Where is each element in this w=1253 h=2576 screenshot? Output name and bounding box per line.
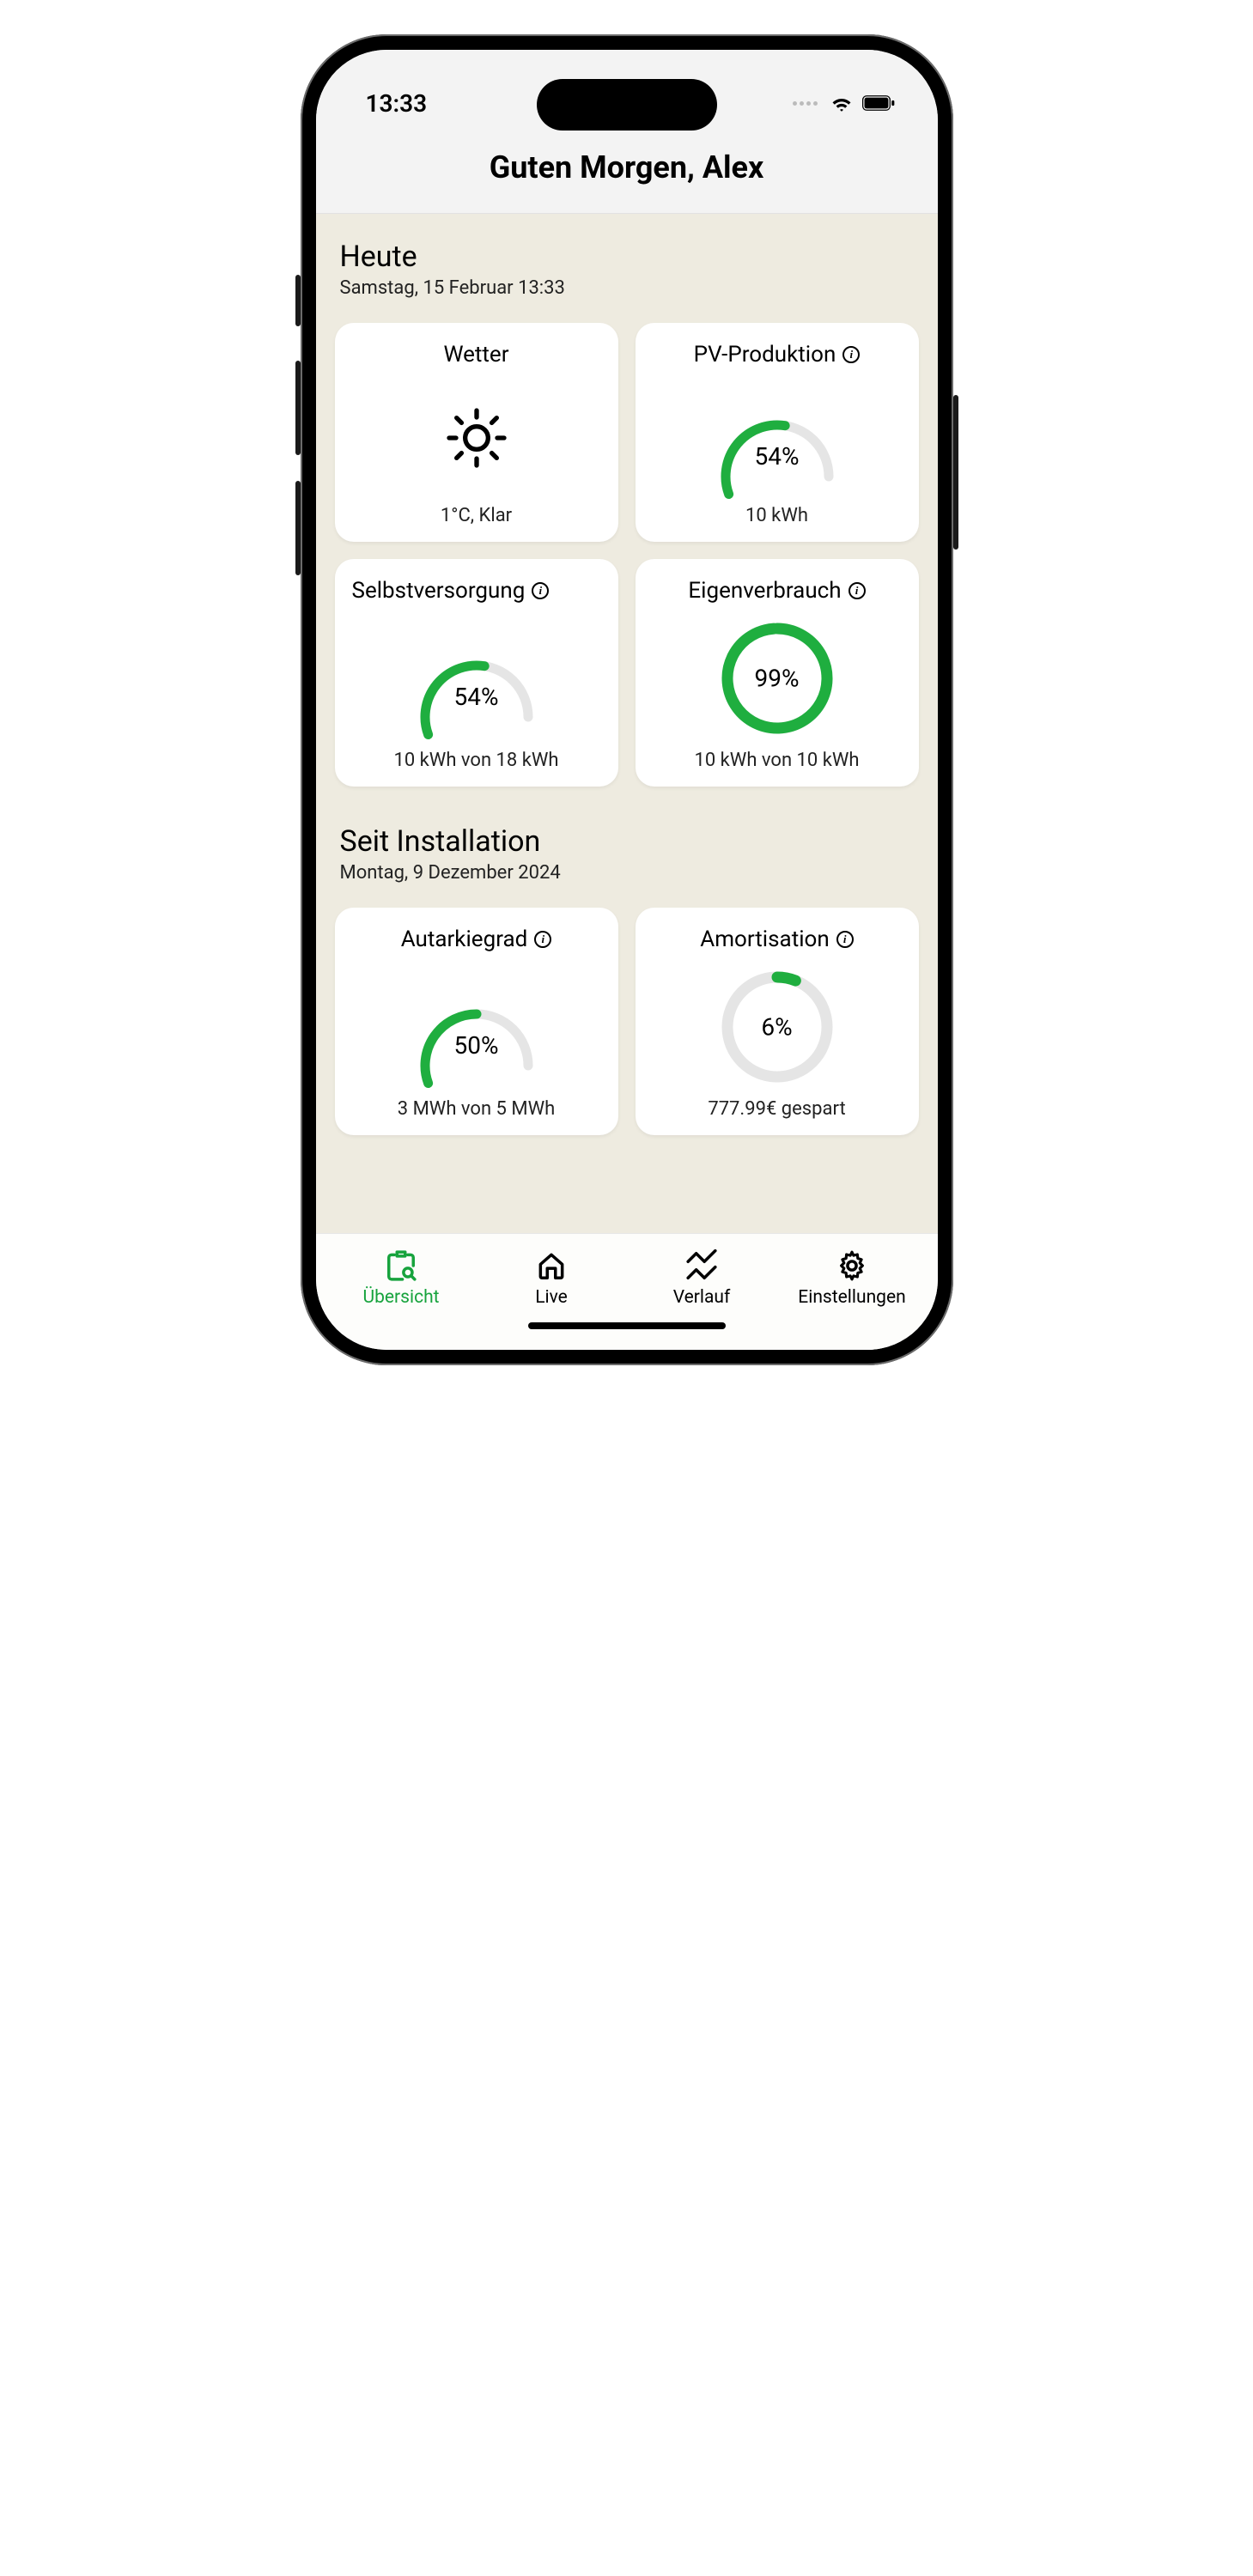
section-subtitle-today: Samstag, 15 Februar 13:33 — [335, 277, 919, 299]
side-button-silence — [295, 275, 301, 326]
card-body: 99% — [713, 614, 842, 743]
dynamic-island — [537, 79, 717, 131]
clipboard-search-icon — [385, 1249, 417, 1282]
card-body: 50% — [412, 963, 541, 1091]
gauge-amort: 6% — [713, 963, 842, 1091]
tab-label: Live — [535, 1287, 568, 1308]
card-title: Wetter — [443, 342, 508, 368]
stacked-line-icon — [685, 1249, 718, 1282]
section-title-since: Seit Installation — [335, 824, 919, 859]
wifi-icon — [830, 91, 854, 115]
info-icon[interactable]: i — [836, 931, 854, 948]
greeting: Guten Morgen, Alex — [316, 149, 938, 185]
info-icon[interactable]: i — [532, 582, 549, 599]
gauge-autarky: 50% — [412, 984, 541, 1070]
info-icon[interactable]: i — [842, 346, 860, 363]
section-since-install: Seit Installation Montag, 9 Dezember 202… — [335, 824, 919, 1135]
tab-label: Einstellungen — [798, 1287, 905, 1308]
card-head: Eigenverbrauch i — [646, 578, 909, 604]
card-title: Eigenverbrauch — [688, 578, 841, 604]
status-right — [793, 91, 895, 115]
side-button-power — [953, 395, 958, 550]
battery-icon — [862, 95, 895, 111]
gauge-self-consume: 99% — [713, 614, 842, 743]
card-body — [442, 378, 511, 498]
content[interactable]: Heute Samstag, 15 Februar 13:33 Wetter — [316, 214, 938, 1233]
card-head: Autarkiegrad i — [345, 927, 608, 952]
gauge-label: 54% — [412, 683, 541, 711]
section-subtitle-since: Montag, 9 Dezember 2024 — [335, 862, 919, 884]
tab-history[interactable]: Verlauf — [627, 1249, 777, 1308]
gauge-pv: 54% — [713, 395, 842, 481]
home-indicator[interactable] — [528, 1322, 726, 1329]
since-grid: Autarkiegrad i 50% — [335, 908, 919, 1135]
tab-bar: Übersicht Live Verlauf Ei — [316, 1233, 938, 1350]
gauge-label: 6% — [713, 1013, 842, 1042]
tab-live[interactable]: Live — [477, 1249, 627, 1308]
gear-icon — [836, 1249, 868, 1282]
card-body: 54% — [713, 378, 842, 498]
today-grid: Wetter — [335, 323, 919, 787]
card-self-consumption[interactable]: Eigenverbrauch i 99% — [636, 559, 919, 787]
card-head: Wetter — [345, 342, 608, 368]
section-title-today: Heute — [335, 240, 919, 274]
card-head: PV-Produktion i — [646, 342, 909, 368]
card-head: Selbstversorgung i — [345, 578, 608, 604]
card-pv-production[interactable]: PV-Produktion i 54% — [636, 323, 919, 542]
card-title: Selbstversorgung — [352, 578, 526, 604]
card-weather[interactable]: Wetter — [335, 323, 618, 542]
card-title: Autarkiegrad — [401, 927, 528, 952]
home-icon — [535, 1249, 568, 1282]
card-body: 54% — [412, 614, 541, 743]
side-button-vol-up — [295, 361, 301, 455]
card-title: Amortisation — [700, 927, 829, 952]
phone-frame: 13:33 Guten Morgen, Alex Heute — [301, 34, 953, 1365]
side-button-vol-down — [295, 481, 301, 575]
sun-icon — [442, 404, 511, 472]
card-title: PV-Produktion — [694, 342, 836, 368]
card-foot: 1°C, Klar — [441, 505, 512, 526]
section-today: Heute Samstag, 15 Februar 13:33 Wetter — [335, 240, 919, 787]
card-foot: 10 kWh von 10 kWh — [694, 750, 859, 771]
gauge-label: 54% — [713, 442, 842, 471]
phone-screen: 13:33 Guten Morgen, Alex Heute — [316, 50, 938, 1350]
card-foot: 777.99€ gespart — [708, 1098, 845, 1120]
info-icon[interactable]: i — [534, 931, 551, 948]
tab-label: Übersicht — [362, 1287, 439, 1308]
gauge-self-supply: 54% — [412, 635, 541, 721]
cellular-icon — [793, 101, 818, 106]
header: Guten Morgen, Alex — [316, 136, 938, 214]
gauge-label: 50% — [412, 1031, 541, 1060]
tab-settings[interactable]: Einstellungen — [777, 1249, 928, 1308]
tab-label: Verlauf — [673, 1287, 731, 1308]
card-body: 6% — [713, 963, 842, 1091]
card-head: Amortisation i — [646, 927, 909, 952]
info-icon[interactable]: i — [849, 582, 866, 599]
card-self-supply[interactable]: Selbstversorgung i 54% — [335, 559, 618, 787]
status-time: 13:33 — [366, 89, 428, 118]
card-amortisation[interactable]: Amortisation i 6% — [636, 908, 919, 1135]
card-autarky[interactable]: Autarkiegrad i 50% — [335, 908, 618, 1135]
tab-overview[interactable]: Übersicht — [326, 1249, 477, 1308]
gauge-label: 99% — [713, 665, 842, 693]
